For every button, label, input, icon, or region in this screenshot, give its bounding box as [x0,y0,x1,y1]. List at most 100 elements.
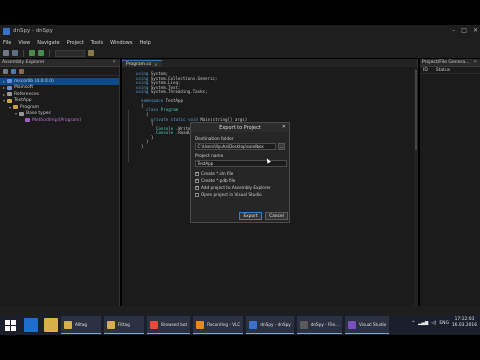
fold-guide [128,110,129,162]
clock-date: 16.03.2016 [451,323,477,328]
code-token: void [188,116,198,122]
open-assembly-icon[interactable] [3,68,8,74]
explorer-icon[interactable] [44,318,58,332]
remove-icon[interactable] [19,68,24,74]
export-button[interactable]: Export [239,212,262,220]
close-icon[interactable]: ✕ [473,27,478,34]
checkbox-label: Add project to Assembly Explorer [201,185,271,190]
browse-button[interactable]: ... [278,143,285,150]
forward-icon[interactable] [38,50,44,56]
language-dropdown[interactable] [55,49,85,57]
code-line: { [151,121,153,126]
taskbar-button[interactable]: Visual Studio [345,316,390,334]
taskbar-app-icon [348,320,357,329]
menu-windows[interactable]: Windows [110,40,132,46]
column-status[interactable]: Status [436,68,450,73]
taskbar-button-label: Visual Studio [359,322,387,327]
checkbox-label: Open project in Visual Studio [201,192,262,197]
system-tray: ^ ▂▄▆ ◁) ENG 17:12:03 16.03.2016 [411,317,477,329]
menu-navigate[interactable]: Navigate [37,40,59,46]
cancel-button[interactable]: Cancel [265,212,288,220]
project-generator-title: Project/File Genera... [422,60,470,65]
taskbar-button[interactable]: Fittag [104,316,144,334]
add-to-explorer-checkbox[interactable]: ✓ Add project to Assembly Explorer [195,184,285,191]
taskbar-button-label: Recording - VLC [207,322,241,327]
dialog-title: Export to Project [219,124,261,131]
project-generator-columns: ID Status [420,67,480,74]
taskbar-button-label: dnSpy - dnSpy [260,322,291,327]
editor-scrollbar[interactable] [414,68,418,306]
checkbox-box[interactable]: ✓ [195,185,199,190]
code-line: private static void Main(string[] args) [151,117,247,122]
editor-tab-strip: Program.cs ✕ [122,59,417,67]
menu-tools[interactable]: Tools [91,40,103,46]
taskbar-app-icon [107,320,115,329]
taskbar-button-label: Browsed bot [161,322,188,327]
namespace-icon [7,98,12,103]
close-pane-icon[interactable]: ✕ [473,60,477,65]
code-token: Console [156,130,174,136]
checkbox-box[interactable]: ✓ [195,171,199,176]
language-indicator[interactable]: ENG [439,321,448,326]
taskbar-button[interactable]: dnSpy - File... [296,316,343,334]
menu-file[interactable]: File [3,40,11,46]
project-name-field[interactable]: TestApp [195,160,287,167]
edge-icon[interactable] [24,318,38,332]
maximize-icon[interactable]: □ [461,27,467,34]
screen: dnSpy - dnSpy – □ ✕ File View Navigate P… [0,0,480,360]
back-icon[interactable] [29,50,35,56]
destination-folder-field[interactable]: C:\Users\Ilyuha\Desktop\sandbox [195,143,277,150]
status-bar [0,306,480,315]
minimize-icon[interactable]: – [452,27,455,34]
code-line: using System.Threading.Tasks; [136,89,207,94]
column-id[interactable]: ID [423,68,428,73]
dialog-buttons: Export Cancel [239,212,288,220]
start-debug-icon[interactable] [88,50,94,56]
dialog-titlebar: Export to Project ✕ [191,123,289,132]
code-line: { [141,103,143,108]
tray-arrow-icon[interactable]: ^ [411,321,415,326]
dialog-body: Destination folder C:\Users\Ilyuha\Deskt… [191,132,289,201]
save-icon[interactable] [12,50,18,56]
windows-start-icon[interactable] [2,317,18,333]
assembly-explorer-title: Assembly Explorer [2,60,45,65]
taskbar-button-label: Alltag [75,322,88,327]
create-pdb-checkbox[interactable]: ✓ Create *.pdb file [195,177,285,184]
project-generator-header: Project/File Genera... ✕ [420,59,480,67]
tree-item-method[interactable]: MethodImpl(Program) [0,117,119,124]
menu-project[interactable]: Project [67,40,84,46]
open-icon[interactable] [3,50,9,56]
refresh-icon[interactable] [11,68,16,74]
open-in-vs-checkbox[interactable]: Open project in Visual Studio [195,191,285,198]
code-token: } [141,143,144,149]
checkbox-label: Create *.pdb file [201,178,236,183]
taskbar-button[interactable]: Recording - VLC [193,316,244,334]
taskbar-app-icon [299,320,308,329]
volume-icon[interactable]: ◁) [431,321,436,326]
menu-help[interactable]: Help [139,40,150,46]
network-icon[interactable]: ▂▄▆ [418,321,428,326]
pin-icon[interactable]: ✕ [112,60,116,65]
code-line: } [151,135,153,140]
taskbar: Alltag Fittag Browsed bot Recording - VLC dn… [0,315,480,335]
checkbox-box[interactable] [195,192,199,197]
window-titlebar: dnSpy - dnSpy – □ ✕ [0,25,480,37]
code-line: } [146,139,148,144]
tree-item-label: MethodImpl(Program) [32,117,82,123]
code-token: using [136,89,149,95]
checkbox-box[interactable]: ✓ [195,178,199,183]
taskbar-button[interactable]: dnSpy - dnSpy [246,316,294,334]
dialog-close-icon[interactable]: ✕ [282,124,286,130]
clock[interactable]: 17:12:03 16.03.2016 [452,317,477,329]
create-sln-checkbox[interactable]: ✓ Create *.sln file [195,170,285,177]
assembly-explorer-header: Assembly Explorer ✕ [0,59,119,67]
taskbar-button[interactable]: Alltag [61,316,101,334]
taskbar-button[interactable]: Browsed bot [147,316,191,334]
tab-program[interactable]: Program.cs ✕ [122,60,162,67]
taskbar-app-icon [249,320,258,329]
scrollbar-thumb[interactable] [415,70,417,150]
close-tab-icon[interactable]: ✕ [154,62,157,67]
menu-view[interactable]: View [18,40,30,46]
checkbox-label: Create *.sln file [201,171,234,176]
code-line: } [141,144,143,149]
